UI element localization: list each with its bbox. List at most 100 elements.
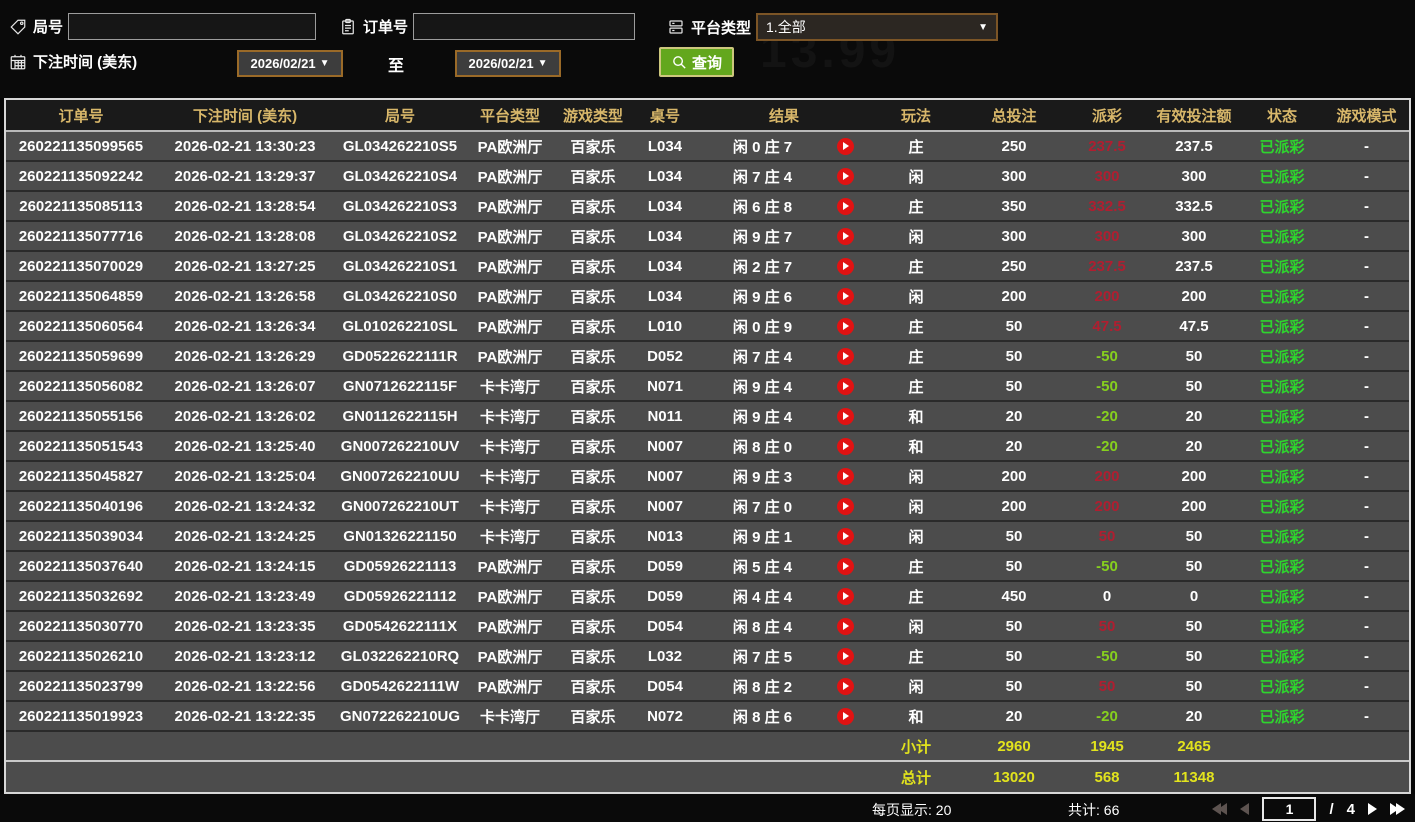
chevron-down-icon: ▼ [537, 58, 548, 69]
cell-time: 2026-02-21 13:25:40 [174, 437, 316, 455]
cell-play: 庄 [908, 198, 924, 216]
cell-order: 260221135070029 [18, 257, 144, 275]
col-payout: 派彩 [1091, 107, 1122, 125]
replay-play-icon[interactable] [836, 437, 854, 455]
result-text: 闲 8 庄 6 [732, 708, 793, 726]
replay-play-icon[interactable] [836, 377, 854, 395]
cell-payout: -20 [1096, 407, 1118, 425]
cell-result: 闲 7 庄 0 [698, 496, 870, 517]
table-row: 260221135045827 2026-02-21 13:25:04 GN00… [6, 462, 1409, 492]
replay-play-icon[interactable] [836, 617, 854, 635]
replay-play-icon[interactable] [836, 347, 854, 365]
replay-play-icon[interactable] [836, 557, 854, 575]
cell-table: N011 [647, 407, 683, 425]
table-row: 260221135032692 2026-02-21 13:23:49 GD05… [6, 582, 1409, 612]
platform-select[interactable]: 1.全部 ▼ [756, 13, 999, 41]
cell-play: 庄 [908, 348, 924, 366]
cell-time: 2026-02-21 13:24:15 [174, 557, 316, 575]
cell-play: 闲 [908, 468, 924, 486]
date-from-picker[interactable]: 2026/02/21 ▼ [237, 50, 343, 77]
cell-status: 已派彩 [1259, 228, 1305, 246]
col-platform: 平台类型 [479, 107, 540, 125]
page-number-input[interactable] [1262, 797, 1317, 821]
subtotal-row: 小计 2960 1945 2465 [6, 732, 1409, 762]
cell-time: 2026-02-21 13:29:37 [174, 167, 316, 185]
result-text: 闲 8 庄 0 [732, 438, 793, 456]
replay-play-icon[interactable] [836, 407, 854, 425]
replay-play-icon[interactable] [836, 317, 854, 335]
col-play: 玩法 [900, 107, 931, 125]
cell-result: 闲 9 庄 1 [698, 526, 870, 547]
col-order: 订单号 [58, 107, 104, 125]
cell-status: 已派彩 [1259, 408, 1305, 426]
replay-play-icon[interactable] [836, 587, 854, 605]
first-page-button[interactable] [1212, 803, 1228, 815]
replay-play-icon[interactable] [836, 197, 854, 215]
table-row: 260221135039034 2026-02-21 13:24:25 GN01… [6, 522, 1409, 552]
replay-play-icon[interactable] [836, 137, 854, 155]
next-page-button[interactable] [1368, 803, 1377, 815]
cell-status: 已派彩 [1259, 468, 1305, 486]
cell-bet: 250 [1001, 257, 1027, 275]
cell-mode: - [1364, 167, 1369, 185]
cell-status: 已派彩 [1259, 678, 1305, 696]
replay-play-icon[interactable] [836, 707, 854, 725]
replay-play-icon[interactable] [836, 647, 854, 665]
cell-order: 260221135064859 [18, 287, 144, 305]
cell-bet: 450 [1001, 587, 1027, 605]
cell-table: L034 [647, 137, 683, 155]
cell-mode: - [1364, 437, 1369, 455]
cell-game: 百家乐 [570, 198, 616, 216]
cell-play: 和 [908, 408, 924, 426]
replay-play-icon[interactable] [836, 497, 854, 515]
chevron-down-icon: ▼ [978, 21, 989, 33]
result-text: 闲 9 庄 6 [732, 288, 793, 306]
round-input[interactable] [68, 13, 317, 40]
replay-play-icon[interactable] [836, 467, 854, 485]
previous-page-button[interactable] [1240, 803, 1250, 815]
cell-payout: -50 [1096, 347, 1118, 365]
cell-status: 已派彩 [1259, 438, 1305, 456]
cell-game: 百家乐 [570, 588, 616, 606]
cell-platform: 卡卡湾厅 [479, 408, 540, 426]
cell-play: 和 [908, 438, 924, 456]
cell-round: GD0542622111X [342, 617, 458, 635]
order-input[interactable] [413, 13, 636, 40]
table-row: 260221135064859 2026-02-21 13:26:58 GL03… [6, 282, 1409, 312]
to-label-wrap: 至 [388, 52, 404, 76]
cell-platform: 卡卡湾厅 [479, 498, 540, 516]
replay-play-icon[interactable] [836, 227, 854, 245]
replay-play-icon[interactable] [836, 287, 854, 305]
cell-order: 260221135032692 [18, 587, 144, 605]
cell-mode: - [1364, 137, 1369, 155]
last-page-button[interactable] [1390, 803, 1405, 815]
cell-order: 260221135051543 [18, 437, 144, 455]
cell-time: 2026-02-21 13:26:34 [174, 317, 316, 335]
query-button[interactable]: 查询 [659, 47, 735, 77]
replay-play-icon[interactable] [836, 257, 854, 275]
cell-result: 闲 9 庄 4 [698, 406, 870, 427]
cell-order: 260221135060564 [18, 317, 144, 335]
cell-status: 已派彩 [1259, 378, 1305, 396]
cell-order: 260221135023799 [18, 677, 144, 695]
cell-valid: 50 [1185, 557, 1203, 575]
table-row: 260221135055156 2026-02-21 13:26:02 GN01… [6, 402, 1409, 432]
cell-play: 闲 [908, 678, 924, 696]
cell-status: 已派彩 [1259, 168, 1305, 186]
cell-valid: 237.5 [1175, 137, 1213, 155]
replay-play-icon[interactable] [836, 677, 854, 695]
search-icon [673, 55, 686, 69]
date-to-picker[interactable]: 2026/02/21 ▼ [455, 50, 561, 77]
table-row: 260221135040196 2026-02-21 13:24:32 GN00… [6, 492, 1409, 522]
replay-play-icon[interactable] [836, 527, 854, 545]
cell-platform: 卡卡湾厅 [479, 528, 540, 546]
cell-valid: 50 [1185, 617, 1203, 635]
cell-valid: 20 [1185, 707, 1203, 725]
tag-icon [8, 17, 28, 37]
replay-play-icon[interactable] [836, 167, 854, 185]
table-row: 260221135037640 2026-02-21 13:24:15 GD05… [6, 552, 1409, 582]
cell-payout: -50 [1096, 557, 1118, 575]
cell-payout: 237.5 [1088, 257, 1126, 275]
cell-mode: - [1364, 197, 1369, 215]
cell-order: 260221135040196 [18, 497, 144, 515]
